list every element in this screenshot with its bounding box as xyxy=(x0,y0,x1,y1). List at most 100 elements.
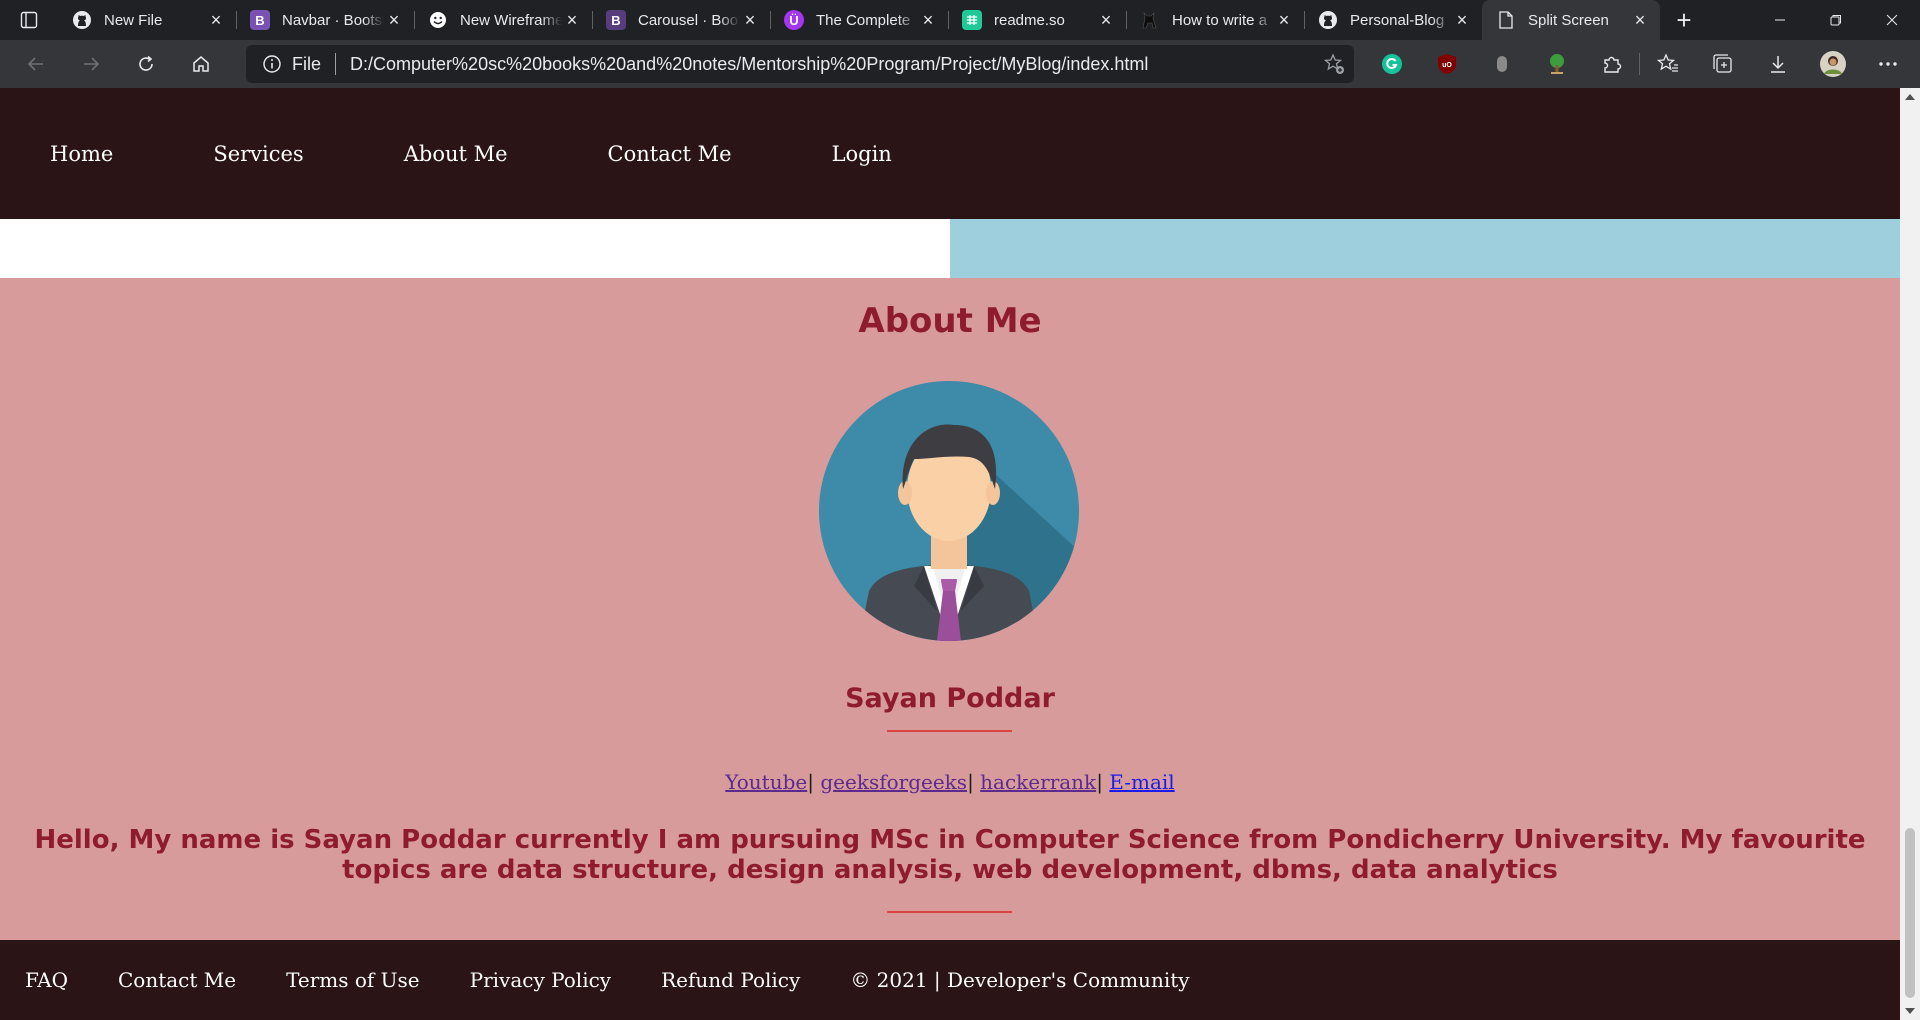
extensions-row: uO xyxy=(1364,44,1915,84)
scroll-up-icon[interactable] xyxy=(1905,94,1915,100)
geeksforgeeks-link[interactable]: geeksforgeeks xyxy=(820,770,967,794)
close-icon[interactable]: × xyxy=(1630,10,1650,30)
page-scrollbar[interactable] xyxy=(1900,88,1920,1020)
info-icon[interactable] xyxy=(260,52,284,76)
nav-link-services[interactable]: Services xyxy=(213,142,303,166)
window-controls xyxy=(1752,0,1920,40)
scrollbar-thumb[interactable] xyxy=(1905,828,1915,998)
footer-link-privacy[interactable]: Privacy Policy xyxy=(470,968,611,992)
svg-text:uO: uO xyxy=(1442,62,1452,69)
home-button[interactable] xyxy=(181,44,221,84)
close-icon xyxy=(1886,14,1898,26)
link-separator: | xyxy=(967,770,974,794)
url-scheme: File xyxy=(292,53,322,74)
tab-title: How to write a xyxy=(1172,11,1268,29)
ublock-button[interactable]: uO xyxy=(1419,44,1474,84)
footer-link-contact[interactable]: Contact Me xyxy=(118,968,236,992)
browser-tab[interactable]: New Wireframe × xyxy=(414,0,592,40)
close-icon[interactable]: × xyxy=(562,10,582,30)
ublock-icon: uO xyxy=(1437,54,1456,74)
close-window-button[interactable] xyxy=(1864,0,1920,40)
scroll-down-icon[interactable] xyxy=(1905,1008,1915,1014)
restore-icon xyxy=(1830,15,1841,26)
add-favorite-button[interactable] xyxy=(1314,49,1354,79)
browser-tab[interactable]: Personal-Blog × xyxy=(1304,0,1482,40)
browser-tab-active[interactable]: Split Screen × xyxy=(1482,0,1660,40)
browser-tab[interactable]: B Carousel · Bootstrap × xyxy=(592,0,770,40)
readme-icon xyxy=(962,10,982,30)
tab-title: Personal-Blog xyxy=(1350,11,1445,29)
tab-title: Split Screen xyxy=(1528,11,1609,29)
tree-icon xyxy=(1549,54,1564,74)
collections-icon xyxy=(1712,54,1732,73)
tab-title: readme.so xyxy=(994,11,1065,29)
tab-strip: New File × B Navbar · Bootstrap × New Wi… xyxy=(0,0,1920,40)
tab-title: New File xyxy=(104,11,163,29)
tab-title: Navbar · Bootstrap xyxy=(282,11,384,29)
nav-link-about[interactable]: About Me xyxy=(404,142,508,166)
favorites-button[interactable] xyxy=(1640,44,1695,84)
social-links: Youtube| geeksforgeeks| hackerrank| E-ma… xyxy=(0,770,1900,794)
tree-extension-button[interactable] xyxy=(1529,44,1584,84)
address-bar[interactable]: File D:/Computer%20sc%20books%20and%20no… xyxy=(246,45,1354,83)
avatar xyxy=(1819,51,1846,77)
tab-title: New Wireframe xyxy=(460,11,562,29)
about-heading: About Me xyxy=(858,301,1042,341)
close-icon[interactable]: × xyxy=(1452,10,1472,30)
url-text[interactable]: D:/Computer%20sc%20books%20and%20notes/M… xyxy=(350,54,1314,75)
divider xyxy=(887,730,1012,732)
site-footer: FAQ Contact Me Terms of Use Privacy Poli… xyxy=(0,940,1900,1020)
arrow-right-icon xyxy=(84,57,100,71)
footer-link-faq[interactable]: FAQ xyxy=(25,968,68,992)
menu-button[interactable] xyxy=(1860,44,1915,84)
new-tab-button[interactable]: + xyxy=(1660,0,1708,40)
hackerrank-link[interactable]: hackerrank xyxy=(980,770,1096,794)
browser-tab[interactable]: B Navbar · Bootstrap × xyxy=(236,0,414,40)
tab-title: The Complete xyxy=(816,11,911,29)
mouse-icon xyxy=(1496,56,1507,72)
browser-tab[interactable]: readme.so × xyxy=(948,0,1126,40)
profile-button[interactable] xyxy=(1805,44,1860,84)
close-icon[interactable]: × xyxy=(1096,10,1116,30)
mouse-extension-button[interactable] xyxy=(1474,44,1529,84)
arrow-left-icon xyxy=(27,57,43,71)
page-viewport: Home Services About Me Contact Me Login … xyxy=(0,88,1920,1020)
extensions-button[interactable] xyxy=(1584,44,1639,84)
email-link[interactable]: E-mail xyxy=(1109,770,1174,794)
nav-link-home[interactable]: Home xyxy=(50,142,113,166)
reload-button[interactable] xyxy=(126,44,166,84)
about-section: About Me Sayan Poddar Youtube| geeksforg… xyxy=(0,278,1900,940)
footer-link-terms[interactable]: Terms of Use xyxy=(286,968,420,992)
browser-tab[interactable]: New File × xyxy=(58,0,236,40)
plus-icon: + xyxy=(1676,4,1692,35)
grammarly-button[interactable] xyxy=(1364,44,1419,84)
close-icon[interactable]: × xyxy=(740,10,760,30)
restore-button[interactable] xyxy=(1808,0,1864,40)
browser-toolbar: File D:/Computer%20sc%20books%20and%20no… xyxy=(0,40,1920,88)
downloads-button[interactable] xyxy=(1750,44,1805,84)
browser-tab[interactable]: Ü The Complete × xyxy=(770,0,948,40)
bootstrap-icon: B xyxy=(250,10,270,30)
collections-button[interactable] xyxy=(1695,44,1750,84)
close-icon[interactable]: × xyxy=(918,10,938,30)
tab-actions-button[interactable] xyxy=(0,0,58,40)
nav-link-login[interactable]: Login xyxy=(832,142,892,166)
link-separator: | xyxy=(807,770,814,794)
browser-tab[interactable]: How to write a × xyxy=(1126,0,1304,40)
back-button[interactable] xyxy=(16,44,56,84)
footer-link-refund[interactable]: Refund Policy xyxy=(661,968,800,992)
minimize-button[interactable] xyxy=(1752,0,1808,40)
footer-copyright: © 2021 | Developer's Community xyxy=(850,968,1190,992)
forward-button[interactable] xyxy=(71,44,111,84)
close-icon[interactable]: × xyxy=(384,10,404,30)
split-left-panel xyxy=(0,219,950,278)
github-icon xyxy=(72,10,92,30)
close-icon[interactable]: × xyxy=(206,10,226,30)
youtube-link[interactable]: Youtube xyxy=(725,770,807,794)
cat-icon xyxy=(1140,10,1160,30)
close-icon[interactable]: × xyxy=(1274,10,1294,30)
nav-link-contact[interactable]: Contact Me xyxy=(608,142,732,166)
home-icon xyxy=(193,56,209,72)
puzzle-icon xyxy=(1603,56,1621,73)
divider xyxy=(887,911,1012,913)
